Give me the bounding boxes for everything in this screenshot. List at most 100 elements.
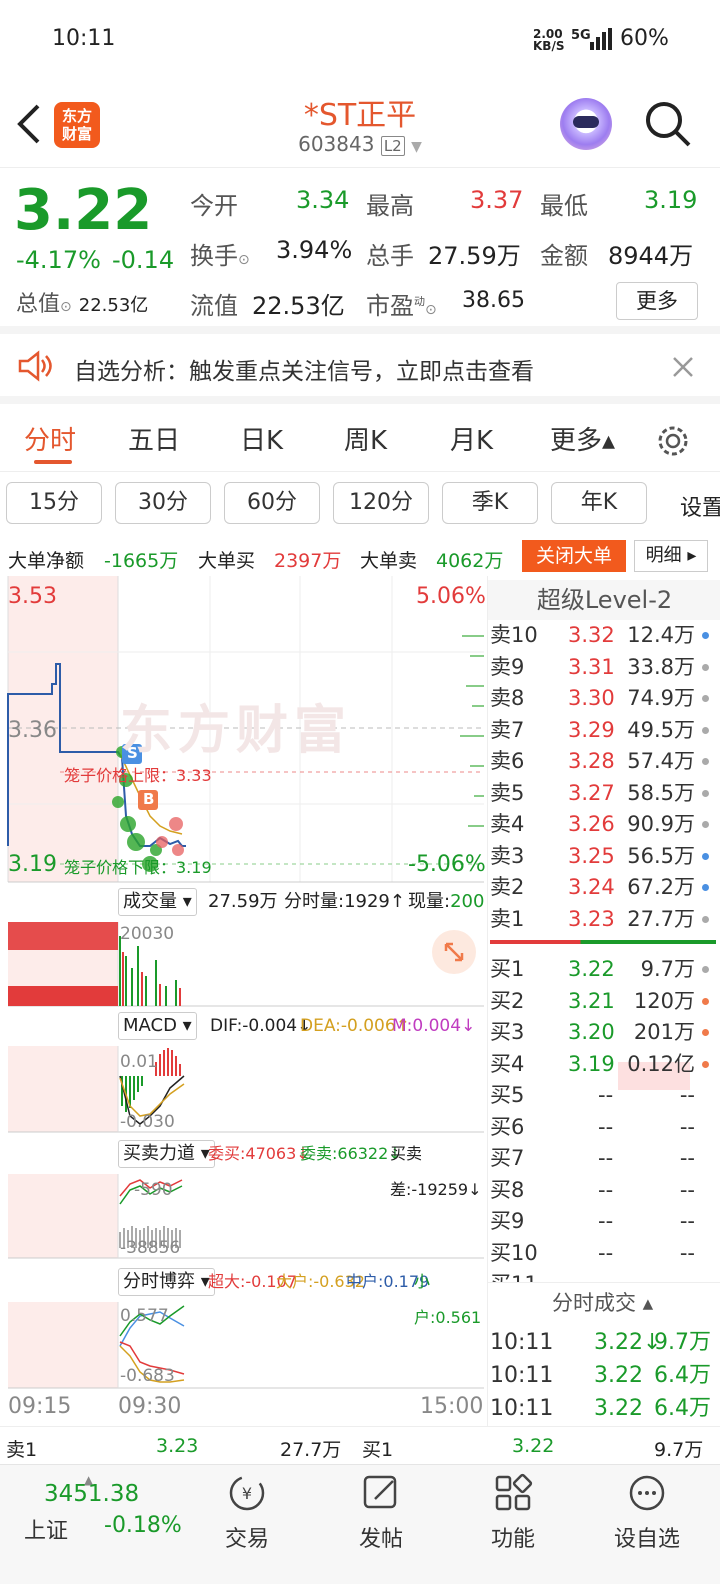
index-change: -0.18% (104, 1513, 182, 1538)
mcap-label: 总值 (16, 292, 61, 317)
tab-five-day[interactable]: 五日 (128, 420, 180, 457)
nav-function-label: 功能 (490, 1527, 535, 1552)
tab-monthly-k[interactable]: 月K (450, 420, 493, 457)
nav-post-label: 发帖 (358, 1527, 403, 1552)
big-buy-value: 2397万 (274, 550, 342, 572)
intraday-chart-area: 东方财富 3.53 5.06% 3.36 笼子价格上限：3.33 笼子价格下限：… (0, 576, 486, 1426)
speaker-icon (18, 350, 52, 382)
ask-label: 卖9 (490, 654, 525, 679)
bottom-buy-vol: 9.7万 (654, 1439, 704, 1461)
bid-volume: -- (679, 1083, 695, 1107)
bid-price: 3.21 (568, 988, 615, 1013)
float-value: 22.53亿 (252, 292, 345, 320)
subtab-quarter-k[interactable]: 季K (442, 482, 538, 524)
buy-marker[interactable]: B (143, 790, 154, 808)
grid-icon (495, 1473, 533, 1511)
bid-label: 买2 (490, 988, 525, 1013)
bid-row[interactable]: 买3 3.20 201万 (488, 1017, 720, 1047)
bid-price: -- (598, 1209, 614, 1233)
subtab-settings-label: 设置 (680, 496, 720, 521)
index-ticker[interactable]: ▲ 3451.38 上证 -0.18% (0, 1465, 182, 1585)
subtab-60min[interactable]: 60分 (224, 482, 320, 524)
more-button[interactable]: 更多 (616, 282, 698, 320)
nav-function[interactable]: 功能 (458, 1471, 568, 1553)
tab-weekly-k[interactable]: 周K (344, 420, 387, 457)
bid-row[interactable]: 买4 3.19 0.12亿 (488, 1049, 720, 1079)
tick-time: 10:11 (490, 1330, 554, 1355)
bid-row[interactable]: 买8 -- -- (488, 1175, 720, 1205)
ask-row[interactable]: 卖6 3.28 57.4万 (488, 746, 720, 776)
volume-dropdown[interactable]: 成交量 ▾ (118, 888, 197, 916)
bid-row[interactable]: 买9 -- -- (488, 1206, 720, 1236)
ask-row[interactable]: 卖7 3.29 49.5万 (488, 715, 720, 745)
ask-row[interactable]: 卖3 3.25 56.5万 (488, 841, 720, 871)
close-icon[interactable] (672, 356, 694, 378)
ask-row[interactable]: 卖1 3.23 27.7万 (488, 904, 720, 934)
bid-row[interactable]: 买2 3.21 120万 (488, 986, 720, 1016)
detail-button[interactable]: 明细 ▸ (634, 540, 708, 572)
robot-assistant-icon[interactable] (560, 98, 612, 150)
nav-add-watchlist[interactable]: 设自选 (592, 1471, 702, 1553)
sell-marker[interactable]: S (127, 744, 138, 762)
tab-more[interactable]: 更多▴ (550, 420, 615, 457)
power-axis-bottom: -38856 (120, 1238, 181, 1258)
ask-label: 卖5 (490, 780, 525, 805)
ask-row[interactable]: 卖4 3.26 90.9万 (488, 809, 720, 839)
subtab-settings[interactable]: 设置 (660, 490, 720, 526)
ask-price: 3.32 (568, 623, 615, 647)
bid-dot-icon (702, 1029, 709, 1036)
total-mcap: 总值⊙ 22.53亿 (16, 286, 148, 318)
ask-dot-icon (702, 663, 709, 671)
ask-row[interactable]: 卖5 3.27 58.5万 (488, 778, 720, 808)
edit-icon (363, 1475, 397, 1509)
tab-daily-k[interactable]: 日K (240, 420, 283, 457)
ask-price: 3.26 (568, 812, 615, 836)
ask-price: 3.24 (568, 875, 615, 899)
ticks-header[interactable]: 分时成交 ▴ (488, 1282, 720, 1315)
analysis-notice[interactable]: 自选分析：触发重点关注信号，立即点击查看 (0, 334, 720, 404)
bid-row[interactable]: 买5 -- -- (488, 1080, 720, 1110)
subtab-15min[interactable]: 15分 (6, 482, 102, 524)
nav-post[interactable]: 发帖 (326, 1471, 436, 1553)
ask-price: 3.27 (568, 780, 615, 805)
nav-trade[interactable]: ¥ 交易 (192, 1471, 302, 1553)
bid-row[interactable]: 买7 -- -- (488, 1143, 720, 1173)
big-sell-value: 4062万 (436, 550, 504, 572)
nav-trade-label: 交易 (224, 1527, 269, 1552)
pe-value: 38.65 (462, 288, 525, 313)
search-icon[interactable] (644, 100, 692, 148)
price-axis-mid: 3.36 (8, 718, 57, 743)
bid-label: 买4 (490, 1051, 525, 1076)
index-name: 上证 (24, 1519, 69, 1544)
ask-row[interactable]: 卖9 3.31 33.8万 (488, 652, 720, 682)
tick-row: 10:11 3.22 6.4万 (488, 1394, 720, 1424)
ask-row[interactable]: 卖2 3.24 67.2万 (488, 872, 720, 902)
bid-row[interactable]: 买1 3.22 9.7万 (488, 954, 720, 984)
tab-intraday[interactable]: 分时 (24, 420, 76, 457)
watermark: 东方财富 (120, 701, 353, 761)
ask-row[interactable]: 卖10 3.32 12.4万 (488, 620, 720, 650)
subtab-120min[interactable]: 120分 (333, 482, 429, 524)
bid-volume: 9.7万 (640, 957, 695, 981)
close-big-order-button[interactable]: 关闭大单 (522, 540, 626, 572)
change-value: -0.14 (112, 246, 175, 274)
float-label: 流值 (190, 292, 238, 320)
ask-row[interactable]: 卖8 3.30 74.9万 (488, 683, 720, 713)
expand-icon[interactable] (432, 930, 476, 974)
level2-panel: 超级Level-2 卖10 3.32 12.4万 卖9 3.31 33.8万 卖8 3.30 7… (487, 576, 720, 1426)
more-dots-icon (629, 1475, 665, 1511)
turnover-label: 换手⊙ (190, 236, 250, 271)
gear-icon[interactable] (656, 424, 690, 458)
subtab-30min[interactable]: 30分 (115, 482, 211, 524)
power-dropdown[interactable]: 买卖力道 ▾ (118, 1140, 215, 1168)
stock-code-row[interactable]: 603843 L2 ▼ (0, 132, 720, 156)
subtab-year-k[interactable]: 年K (551, 482, 647, 524)
macd-dropdown[interactable]: MACD ▾ (118, 1012, 197, 1040)
game-dropdown[interactable]: 分时博弈 ▾ (118, 1268, 215, 1296)
bid-row[interactable]: 买6 -- -- (488, 1112, 720, 1142)
bid-row[interactable]: 买10 -- -- (488, 1238, 720, 1268)
bid-label: 买10 (490, 1240, 538, 1265)
tick-row: 10:11 3.22 6.4万 (488, 1361, 720, 1391)
ask-label: 卖6 (490, 749, 525, 773)
pct-axis-top: 5.06% (416, 584, 486, 609)
